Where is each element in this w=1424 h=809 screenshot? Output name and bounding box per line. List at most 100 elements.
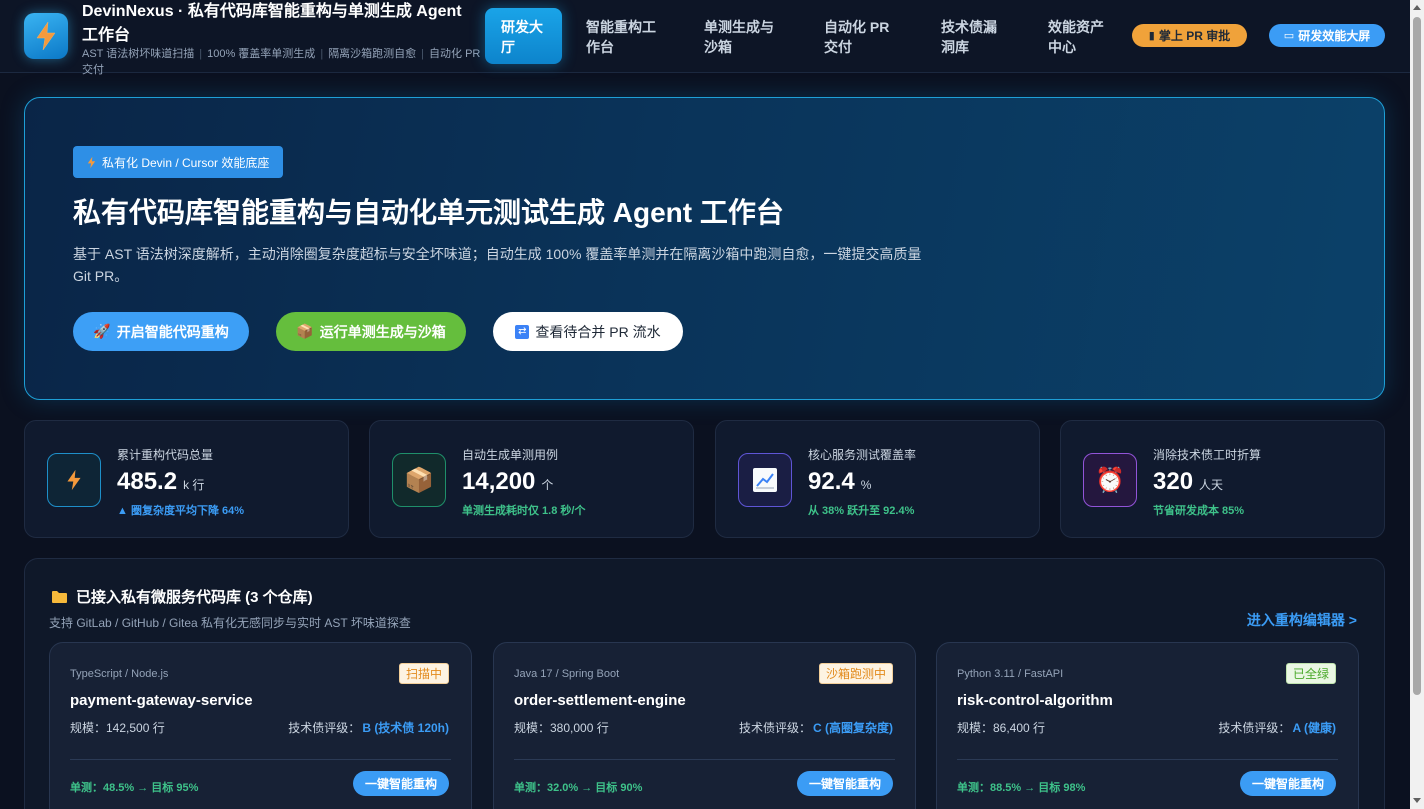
debt-label: 技术债评级： <box>288 721 361 735</box>
status-badge: 已全绿 <box>1285 663 1336 684</box>
lightning-icon <box>36 21 56 51</box>
brand-sub-item: 100% 覆盖率单测生成 <box>207 48 316 60</box>
repos-panel: 已接入私有微服务代码库 (3 个仓库) 支持 GitLab / GitHub /… <box>24 558 1385 809</box>
repo-debt-rating: 技术债评级： A (健康) <box>1218 719 1336 736</box>
stat-value: 320 人天 <box>1153 467 1223 500</box>
repo-language: Java 17 / Spring Boot <box>514 668 620 680</box>
hero-description: 基于 AST 语法树深度解析，主动消除圈复杂度超标与安全坏味道；自动生成 100… <box>73 246 922 284</box>
phone-icon: ▮ <box>1148 30 1155 42</box>
stat-value: 14,200 个 <box>462 467 553 500</box>
brand-subtitle: AST 语法树坏味道扫描 | 100% 覆盖率单测生成 | 隔离沙箱跑测自愈 | 自动化 P… <box>82 48 481 76</box>
stat-unit: % <box>860 478 872 492</box>
stat-label: 核心服务测试覆盖率 <box>808 448 917 462</box>
smart-refactor-button[interactable]: 一键智能重构 <box>1240 771 1336 796</box>
nav-refactor-workbench[interactable]: 智能重构工作台 <box>570 8 678 64</box>
stat-label: 自动生成单测用例 <box>462 448 559 462</box>
repo-card[interactable]: Python 3.11 / FastAPI 已全绿 risk-control-a… <box>936 642 1359 809</box>
repo-scale: 规模：142,500 行 <box>70 721 165 735</box>
divider <box>957 759 1338 760</box>
stat-note: 从 38% 跃升至 92.4% <box>808 505 915 517</box>
debt-value: B (技术债 120h) <box>362 721 449 735</box>
nav-tech-debt[interactable]: 技术债漏洞库 <box>925 8 1025 64</box>
stat-card-coverage: 核心服务测试覆盖率 92.4% 从 38% 跃升至 92.4% <box>715 420 1040 538</box>
hero-title: 私有代码库智能重构与自动化单元测试生成 Agent 工作台 <box>73 197 784 228</box>
alarm-clock-icon: ⏰ <box>1083 453 1137 507</box>
repo-language: TypeScript / Node.js <box>70 668 169 680</box>
repo-language: Python 3.11 / FastAPI <box>957 668 1064 680</box>
view-pr-pipeline-button[interactable]: ⇄ 查看待合并 PR 流水 <box>493 312 683 351</box>
page-scrollbar[interactable] <box>1410 0 1424 809</box>
repo-test-coverage: 单测：32.0% → 目标 90% <box>514 782 643 794</box>
stat-unit: 个 <box>541 478 554 492</box>
stat-label: 累计重构代码总量 <box>117 448 214 462</box>
divider <box>70 759 451 760</box>
nav-asset-center[interactable]: 效能资产中心 <box>1032 8 1128 64</box>
shuffle-icon: ⇄ <box>515 324 530 339</box>
package-icon: 📦 <box>392 453 446 507</box>
stat-number: 14,200 <box>462 468 536 495</box>
stat-unit: 人天 <box>1199 478 1224 492</box>
status-badge: 扫描中 <box>398 663 449 684</box>
stat-number: 320 <box>1153 468 1194 495</box>
scroll-thumb[interactable] <box>1413 17 1421 695</box>
repo-debt-rating: 技术债评级： B (技术债 120h) <box>288 719 449 736</box>
start-refactor-label: 开启智能代码重构 <box>116 323 229 340</box>
divider <box>514 759 895 760</box>
status-badge: 沙箱跑测中 <box>818 663 893 684</box>
nav-pr-delivery[interactable]: 自动化 PR 交付 <box>808 8 916 64</box>
run-test-sandbox-label: 运行单测生成与沙箱 <box>319 323 446 340</box>
repo-scale: 规模：380,000 行 <box>514 721 609 735</box>
repo-name: payment-gateway-service <box>70 692 253 709</box>
view-pr-pipeline-label: 查看待合并 PR 流水 <box>535 323 661 340</box>
debt-label: 技术债评级： <box>738 721 811 735</box>
dashboard-button[interactable]: ▭ 研发效能大屏 <box>1269 24 1385 47</box>
hero-tag: 私有化 Devin / Cursor 效能底座 <box>73 146 284 178</box>
brand-sub-item: AST 语法树坏味道扫描 <box>82 48 195 60</box>
repo-name: risk-control-algorithm <box>957 692 1113 709</box>
app-logo[interactable] <box>24 13 68 59</box>
stat-card-tech-debt-hours: ⏰ 消除技术债工时折算 320 人天 节省研发成本 85% <box>1060 420 1385 538</box>
stat-card-refactor-total: 累计重构代码总量 485.2 k 行 ▲ 圈复杂度平均下降 64% <box>24 420 349 538</box>
repo-scale: 规模：86,400 行 <box>957 721 1046 735</box>
nav-rd-hall[interactable]: 研发大厅 <box>485 8 562 64</box>
repos-panel-title-text: 已接入私有微服务代码库 (3 个仓库) <box>76 589 313 606</box>
brand-title: DevinNexus · 私有代码库智能重构与单测生成 Agent 工作台 <box>82 3 462 44</box>
repo-test-coverage: 单测：48.5% → 目标 95% <box>70 782 199 794</box>
scroll-up-arrow-icon[interactable] <box>1413 5 1421 10</box>
repo-name: order-settlement-engine <box>514 692 686 709</box>
stat-value: 92.4% <box>808 467 871 500</box>
repos-panel-subtitle: 支持 GitLab / GitHub / Gitea 私有化无感同步与实时 AS… <box>49 616 411 630</box>
stat-number: 92.4 <box>808 468 855 495</box>
stat-note: 节省研发成本 85% <box>1153 505 1245 517</box>
repo-card[interactable]: TypeScript / Node.js 扫描中 payment-gateway… <box>49 642 472 809</box>
stat-value: 485.2 k 行 <box>117 467 204 500</box>
hero-banner: 私有化 Devin / Cursor 效能底座 私有代码库智能重构与自动化单元测… <box>24 97 1385 400</box>
mobile-pr-review-label: 掌上 PR 审批 <box>1158 29 1231 43</box>
stat-unit: k 行 <box>183 478 205 492</box>
start-refactor-button[interactable]: 🚀 开启智能代码重构 <box>73 312 249 351</box>
stat-note: ▲ 圈复杂度平均下降 64% <box>117 505 245 517</box>
repo-debt-rating: 技术债评级： C (高圈复杂度) <box>739 719 893 736</box>
mobile-pr-review-button[interactable]: ▮ 掌上 PR 审批 <box>1132 24 1247 47</box>
open-refactor-editor-link[interactable]: 进入重构编辑器 > <box>1247 610 1357 630</box>
hero-tag-label: 私有化 Devin / Cursor 效能底座 <box>102 155 270 170</box>
debt-value: A (健康) <box>1292 721 1336 735</box>
smart-refactor-button[interactable]: 一键智能重构 <box>797 771 893 796</box>
stat-note: 单测生成耗时仅 1.8 秒/个 <box>462 505 586 517</box>
stat-card-unit-tests: 📦 自动生成单测用例 14,200 个 单测生成耗时仅 1.8 秒/个 <box>369 420 694 538</box>
lightning-icon <box>87 156 96 168</box>
rocket-icon: 🚀 <box>93 323 111 339</box>
lightning-icon <box>47 453 101 507</box>
stat-number: 485.2 <box>117 468 178 495</box>
scroll-down-arrow-icon[interactable] <box>1413 798 1421 803</box>
dashboard-label: 研发效能大屏 <box>1298 29 1371 43</box>
smart-refactor-button[interactable]: 一键智能重构 <box>353 771 449 796</box>
monitor-icon: ▭ <box>1283 30 1295 42</box>
nav-test-sandbox[interactable]: 单测生成与沙箱 <box>688 8 796 64</box>
top-header: DevinNexus · 私有代码库智能重构与单测生成 Agent 工作台 AS… <box>0 0 1410 76</box>
run-test-sandbox-button[interactable]: 📦 运行单测生成与沙箱 <box>276 312 466 351</box>
debt-label: 技术债评级： <box>1218 721 1291 735</box>
chart-up-icon <box>738 453 792 507</box>
package-icon: 📦 <box>296 323 314 339</box>
repo-card[interactable]: Java 17 / Spring Boot 沙箱跑测中 order-settle… <box>493 642 916 809</box>
